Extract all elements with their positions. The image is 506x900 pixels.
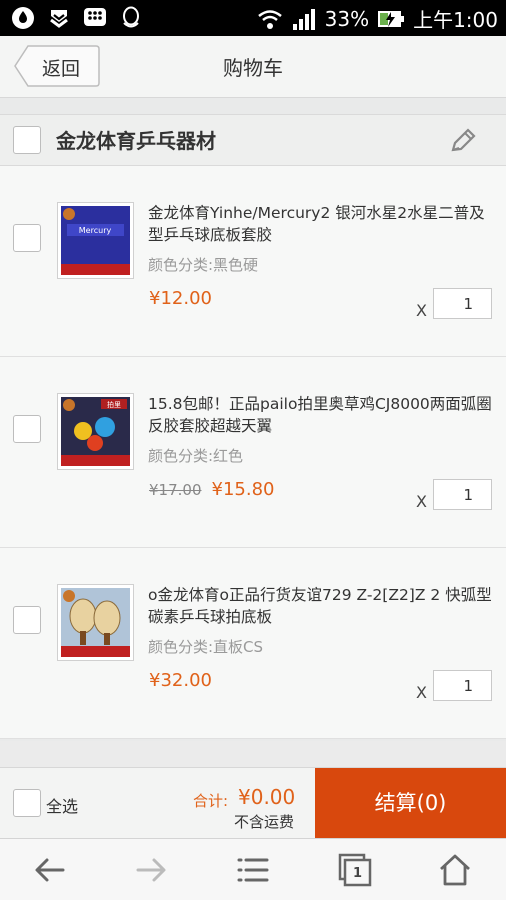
price-row: ¥12.00 <box>149 288 212 309</box>
product-thumbnail[interactable]: 拍里 <box>57 393 134 470</box>
product-image: 拍里 <box>61 397 130 466</box>
item-checkbox[interactable] <box>13 606 41 634</box>
battery-percent: 33% <box>324 6 370 31</box>
total-value: ¥0.00 <box>238 785 296 809</box>
item-variant: 颜色分类:黑色硬 <box>148 256 259 274</box>
menu-icon[interactable] <box>236 853 270 887</box>
tabs-count: 1 <box>353 866 363 881</box>
browser-nav-bar: 1 <box>0 838 506 900</box>
quantity-input[interactable]: 1 <box>433 670 492 701</box>
svg-text:拍里: 拍里 <box>107 400 121 409</box>
qq-icon <box>123 6 139 28</box>
forward-arrow-icon[interactable] <box>134 853 168 887</box>
battery-charging-icon <box>378 10 405 27</box>
item-title[interactable]: o金龙体育o正品行货友谊729 Z-2[Z2]Z 2 快弧型碳素乒乓球拍底板 <box>148 584 493 628</box>
item-price: ¥12.00 <box>149 288 212 309</box>
item-original-price: ¥17.00 <box>149 481 202 499</box>
select-all-label[interactable]: 全选 <box>46 793 78 817</box>
price-row: ¥17.00 ¥15.80 <box>149 479 274 500</box>
shop-checkbox[interactable] <box>13 126 41 154</box>
edit-pencil-icon[interactable] <box>448 126 478 156</box>
quantity-prefix: X <box>416 683 427 702</box>
product-image: Mercury <box>61 206 130 275</box>
quantity-input[interactable]: 1 <box>433 479 492 510</box>
app-drop-icon <box>12 7 34 29</box>
shipping-note: 不含运费 <box>234 813 295 831</box>
cart-item: o金龙体育o正品行货友谊729 Z-2[Z2]Z 2 快弧型碳素乒乓球拍底板 颜… <box>0 548 506 739</box>
clock: 上午1:00 <box>413 8 498 32</box>
blackberry-icon <box>84 8 106 26</box>
item-variant: 颜色分类:红色 <box>148 447 244 465</box>
item-checkbox[interactable] <box>13 415 41 443</box>
item-price: ¥32.00 <box>149 670 212 691</box>
page-title: 购物车 <box>223 56 283 80</box>
shop-name: 金龙体育乒乓器材 <box>56 129 216 153</box>
cart-item: Mercury 金龙体育Yinhe/Mercury2 银河水星2水星二普及型乒乓… <box>0 166 506 357</box>
cart-item: 拍里 15.8包邮！正品pailo拍里奥草鸡CJ8000两面弧圈反胶套胶超越天翼… <box>0 357 506 548</box>
list-footer-spacer <box>0 741 506 767</box>
total-label: 合计: <box>193 792 229 810</box>
item-checkbox[interactable] <box>13 224 41 252</box>
tabs-button[interactable]: 1 <box>338 853 372 887</box>
signal-icon <box>292 8 315 30</box>
quantity-prefix: X <box>416 301 427 320</box>
item-price: ¥15.80 <box>211 479 275 500</box>
product-thumbnail[interactable]: Mercury <box>57 202 134 279</box>
shop-header: 金龙体育乒乓器材 <box>0 114 506 166</box>
item-title[interactable]: 金龙体育Yinhe/Mercury2 银河水星2水星二普及型乒乓球底板套胶 <box>148 202 493 246</box>
status-bar: 33% 上午1:00 <box>0 0 506 36</box>
quantity-input[interactable]: 1 <box>433 288 492 319</box>
quantity-prefix: X <box>416 492 427 511</box>
wifi-icon <box>257 9 282 29</box>
checkout-button[interactable]: 结算(0) <box>315 768 506 839</box>
select-all-checkbox[interactable] <box>13 789 41 817</box>
home-icon[interactable] <box>438 853 472 887</box>
item-title[interactable]: 15.8包邮！正品pailo拍里奥草鸡CJ8000两面弧圈反胶套胶超越天翼 <box>148 393 493 437</box>
checkout-bar: 全选 合计: ¥0.00 不含运费 结算(0) <box>0 767 506 839</box>
download-chevron-icon <box>50 10 68 28</box>
back-arrow-icon[interactable] <box>33 853 67 887</box>
product-thumbnail[interactable] <box>57 584 134 661</box>
svg-text:Mercury: Mercury <box>79 226 112 235</box>
price-row: ¥32.00 <box>149 670 212 691</box>
item-variant: 颜色分类:直板CS <box>148 638 264 656</box>
product-image <box>61 588 130 657</box>
header-bar: 返回 购物车 <box>0 36 506 98</box>
